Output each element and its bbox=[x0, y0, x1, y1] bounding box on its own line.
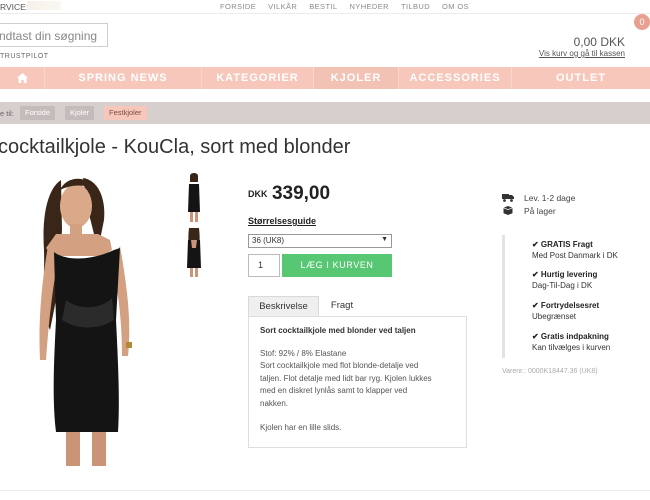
usp-title: ✔ Gratis indpakning bbox=[532, 332, 609, 341]
divider bbox=[0, 490, 650, 491]
usp-list: ✔ GRATIS Fragt Med Post Danmark i DK ✔ H… bbox=[502, 235, 650, 358]
top-bar: RVICE: FORSIDE VILKÅR BESTIL NYHEDER TIL… bbox=[0, 0, 650, 14]
usp-item: ✔ Fortrydelsesret Ubegrænset bbox=[532, 300, 599, 322]
nav-spring-news[interactable]: SPRING NEWS bbox=[45, 67, 202, 89]
description-extra: Kjolen har en lille slids. bbox=[260, 423, 342, 432]
usp-text: Med Post Danmark i DK bbox=[532, 251, 618, 260]
stock-status-text: På lager bbox=[524, 206, 556, 216]
usp-text: Dag-Til-Dag i DK bbox=[532, 281, 593, 290]
view-cart-link[interactable]: Vis kurv og gå til kassen bbox=[539, 49, 625, 58]
price-value: 339,00 bbox=[271, 183, 331, 204]
tab-fragt[interactable]: Fragt bbox=[322, 296, 362, 316]
delivery-time-text: Lev. 1-2 dage bbox=[524, 193, 576, 203]
price-currency: DKK bbox=[248, 189, 268, 199]
product-main-image[interactable] bbox=[28, 170, 158, 470]
page: RVICE: FORSIDE VILKÅR BESTIL NYHEDER TIL… bbox=[0, 0, 650, 500]
breadcrumb-forside[interactable]: Forside bbox=[20, 106, 56, 120]
service-label: RVICE: bbox=[0, 2, 29, 12]
nav-outlet[interactable]: OUTLET bbox=[512, 67, 650, 89]
dropdown-caret-icon: ▼ bbox=[381, 236, 388, 243]
quantity-input[interactable]: 1 bbox=[248, 254, 280, 277]
top-nav-forside[interactable]: FORSIDE bbox=[220, 2, 256, 11]
description-heading: Sort cocktailkjole med blonder ved talje… bbox=[260, 326, 416, 335]
usp-item: ✔ Hurtig levering Dag-Til-Dag i DK bbox=[532, 269, 597, 291]
size-guide-link[interactable]: Størrelsesguide bbox=[248, 216, 316, 226]
top-nav-om-os[interactable]: OM OS bbox=[442, 2, 469, 11]
description-line: nakken. bbox=[260, 398, 289, 408]
product-title: cocktailkjole - KouCla, sort med blonder bbox=[0, 136, 351, 158]
trustpilot-label[interactable]: TRUSTPILOT bbox=[0, 53, 49, 60]
main-nav: SPRING NEWS KATEGORIER KJOLER ACCESSORIE… bbox=[0, 67, 650, 89]
cart-total[interactable]: 0,00 DKK bbox=[574, 35, 625, 49]
description-panel: Sort cocktailkjole med blonder ved talje… bbox=[248, 316, 467, 448]
description-line: med en diskret lynlås samt to klapper ve… bbox=[260, 386, 408, 395]
breadcrumb-kjoler[interactable]: Kjoler bbox=[65, 106, 95, 120]
size-select-value: 36 (UK8) bbox=[252, 236, 285, 245]
tab-beskrivelse[interactable]: Beskrivelse bbox=[248, 296, 319, 316]
description-line: taljen. Flot detalje med lidt bar ryg. K… bbox=[260, 373, 432, 383]
usp-item: ✔ Gratis indpakning Kan tilvælges i kurv… bbox=[532, 331, 610, 353]
nav-accessories[interactable]: ACCESSORIES bbox=[399, 67, 512, 89]
top-nav: FORSIDE VILKÅR BESTIL NYHEDER TILBUD OM … bbox=[220, 2, 481, 11]
usp-item: ✔ GRATIS Fragt Med Post Danmark i DK bbox=[532, 239, 618, 261]
cart-count-badge[interactable]: 0 bbox=[634, 14, 650, 30]
top-nav-nyheder[interactable]: NYHEDER bbox=[349, 2, 388, 11]
usp-title: ✔ GRATIS Fragt bbox=[532, 240, 593, 249]
top-nav-bestil[interactable]: BESTIL bbox=[309, 2, 337, 11]
product-sku: Varenr.: 0000K18447.36 (UK8) bbox=[502, 368, 598, 375]
usp-title: ✔ Hurtig levering bbox=[532, 270, 598, 279]
truck-icon bbox=[502, 194, 514, 202]
breadcrumb: e til: Forside Kjoler Festkjoler bbox=[0, 102, 650, 124]
top-nav-vilkar[interactable]: VILKÅR bbox=[268, 2, 297, 11]
search-input[interactable]: ndtast din søgning bbox=[0, 23, 108, 47]
product-thumbnail-2[interactable] bbox=[182, 226, 206, 278]
top-nav-tilbud[interactable]: TILBUD bbox=[401, 2, 430, 11]
add-to-cart-button[interactable]: LÆG I KURVEN bbox=[282, 254, 392, 277]
home-icon bbox=[16, 73, 28, 83]
box-icon bbox=[503, 206, 513, 215]
nav-kategorier[interactable]: KATEGORIER bbox=[202, 67, 314, 89]
usp-text: Ubegrænset bbox=[532, 312, 577, 321]
nav-kjoler[interactable]: KJOLER bbox=[314, 67, 399, 89]
breadcrumb-festkjoler[interactable]: Festkjoler bbox=[104, 106, 147, 120]
description-line: Sort cocktailkjole med flot blonde-detal… bbox=[260, 361, 419, 370]
product-thumbnail-1[interactable] bbox=[182, 172, 206, 224]
product-price: DKK 339,00 bbox=[248, 183, 330, 205]
description-line: Stof: 92% / 8% Elastane bbox=[260, 348, 347, 358]
breadcrumb-label: e til: bbox=[0, 109, 14, 118]
usp-text: Kan tilvælges i kurven bbox=[532, 343, 611, 352]
size-select[interactable]: 36 (UK8) ▼ bbox=[248, 234, 392, 248]
service-phone-area bbox=[27, 1, 61, 10]
usp-title: ✔ Fortrydelsesret bbox=[532, 301, 600, 310]
nav-home[interactable] bbox=[0, 67, 45, 89]
